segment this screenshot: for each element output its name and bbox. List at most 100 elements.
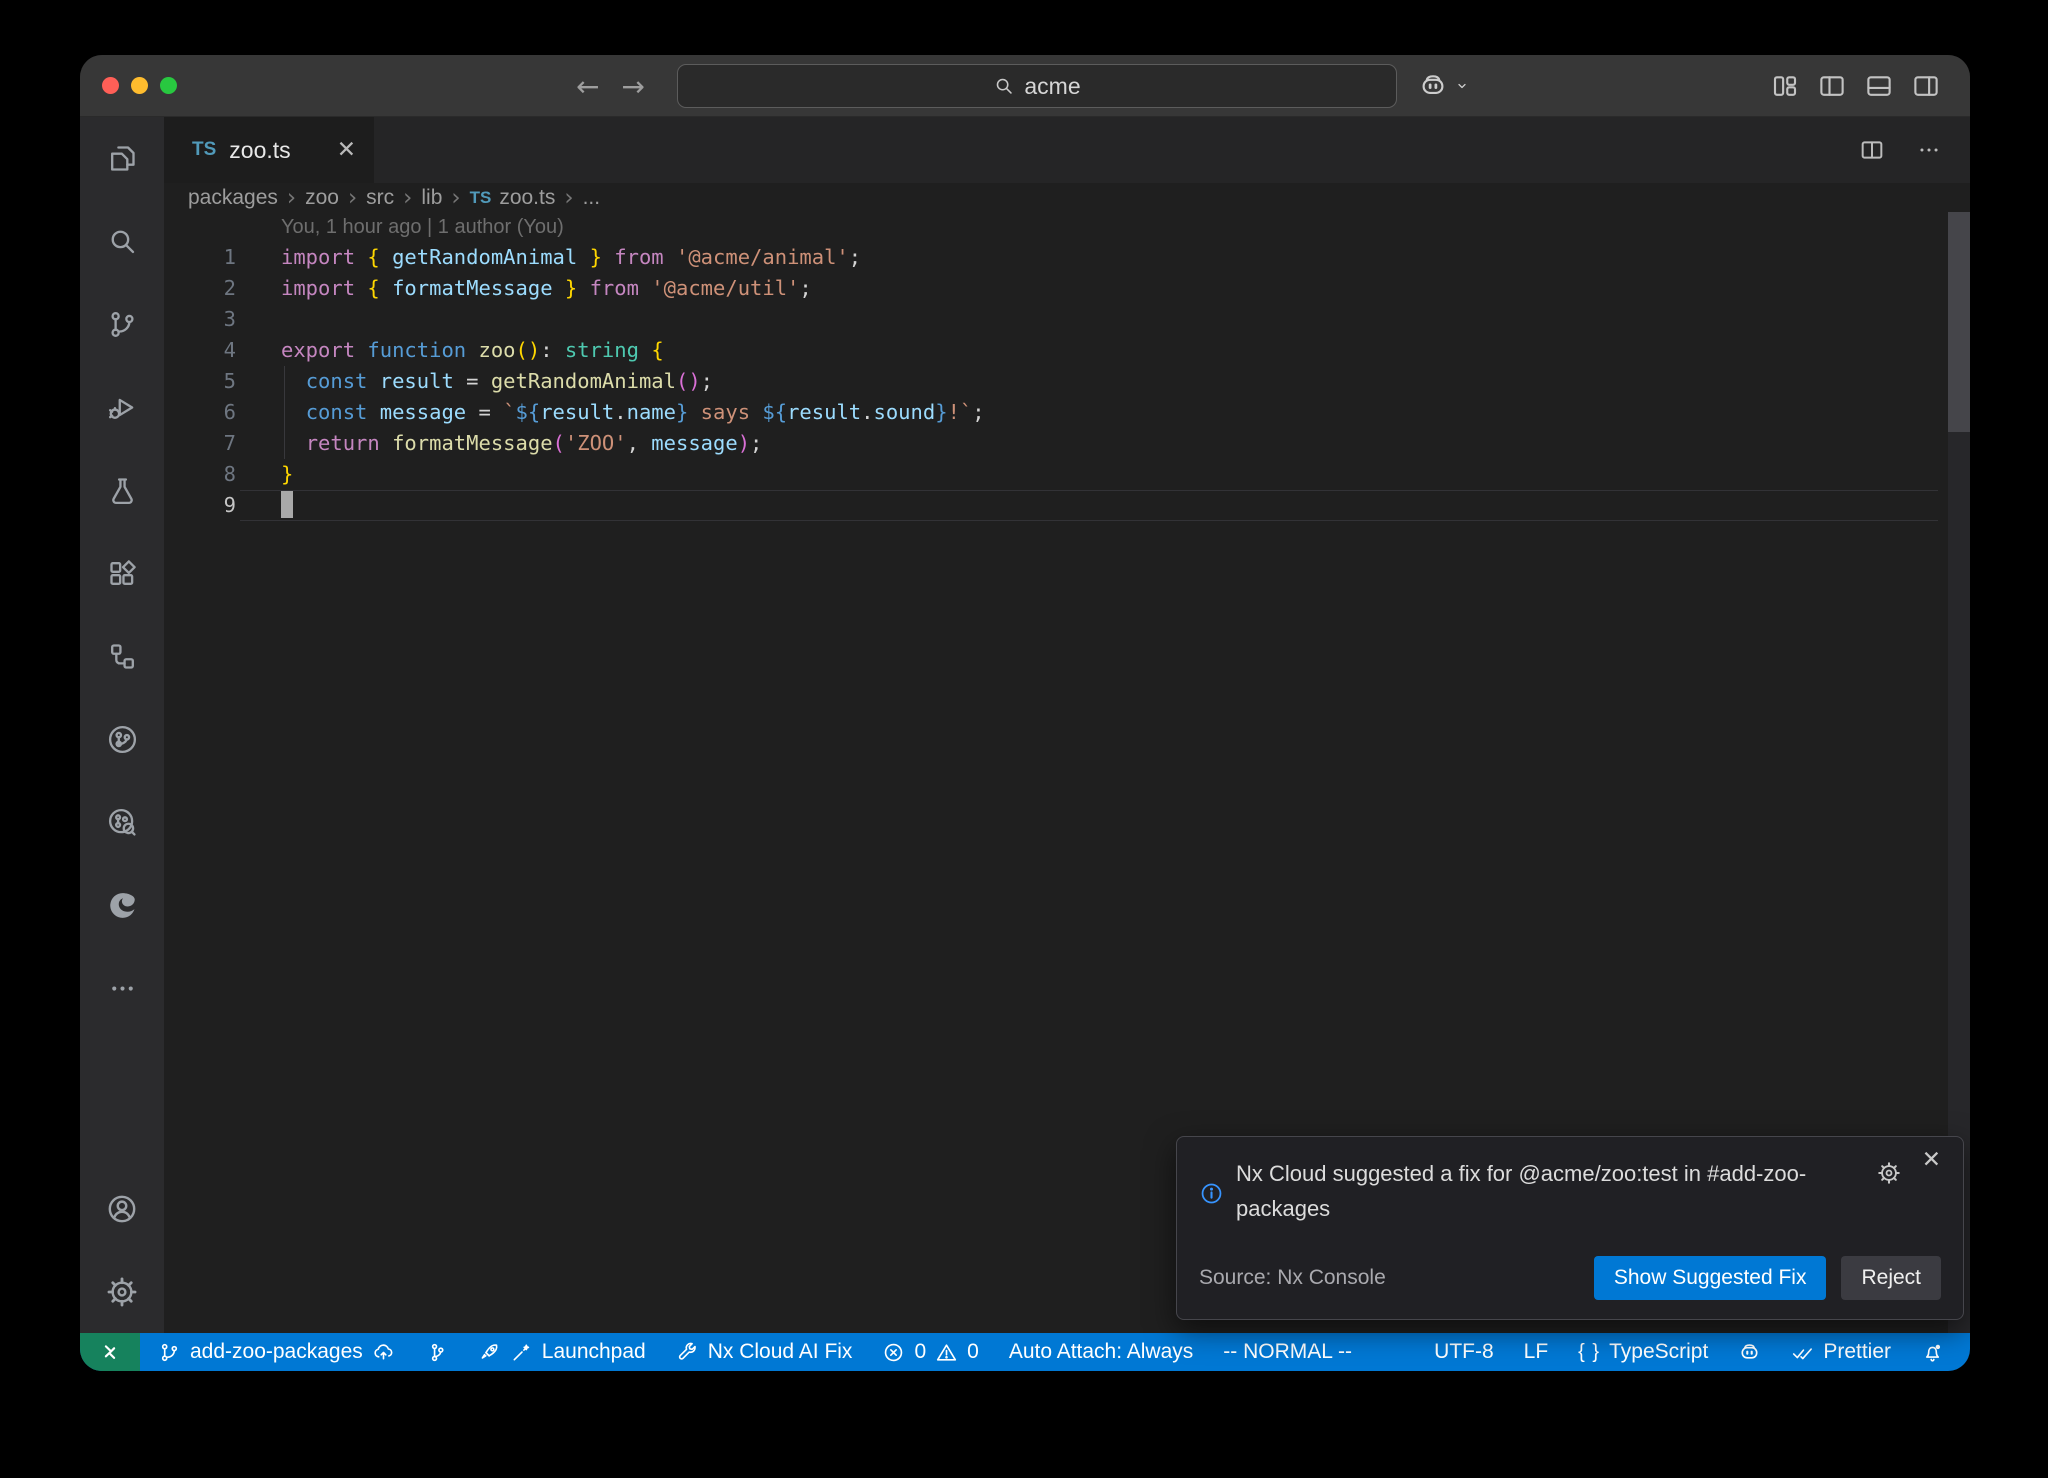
code-line-4: 4export function zoo(): string { [164, 335, 1970, 366]
close-window-button[interactable] [102, 77, 119, 94]
notification-message: Nx Cloud suggested a fix for @acme/zoo:t… [1236, 1156, 1848, 1226]
activity-explorer[interactable] [80, 117, 164, 200]
activity-more-views[interactable] [80, 947, 164, 1030]
explorer-icon [106, 142, 139, 175]
more-views-icon [106, 972, 139, 1005]
notification-header: Nx Cloud suggested a fix for @acme/zoo:t… [1199, 1156, 1941, 1226]
code-line-2: 2import { formatMessage } from '@acme/ut… [164, 273, 1970, 304]
breadcrumb-separator-icon: › [555, 185, 582, 211]
layout-sidebar-right-button[interactable] [1911, 71, 1941, 101]
code-line-6: 6 const message = `${result.name} says $… [164, 397, 1970, 428]
line-number: 3 [164, 304, 236, 335]
copilot-icon [1738, 1341, 1761, 1364]
activity-account[interactable] [80, 1167, 164, 1250]
editor-cursor [281, 491, 293, 518]
scrollbar-slider[interactable] [1948, 212, 1970, 432]
ellipsis-button[interactable] [1916, 137, 1942, 163]
activity-nx-console[interactable] [80, 698, 164, 781]
activity-source-control[interactable] [80, 283, 164, 366]
layout-sidebar-icon [1817, 71, 1847, 101]
editor-actions [1858, 117, 1942, 183]
line-number: 6 [164, 397, 236, 428]
activity-nx-cloud-watch[interactable] [80, 781, 164, 864]
breadcrumb-label: lib [421, 186, 442, 210]
vim-mode-status[interactable]: -- NORMAL -- [1223, 1340, 1352, 1364]
notification-toast: Nx Cloud suggested a fix for @acme/zoo:t… [1176, 1136, 1964, 1320]
activity-project-hierarchy[interactable] [80, 615, 164, 698]
nx-cloud-ai-fix-status-label: Nx Cloud AI Fix [708, 1340, 853, 1364]
title-bar: ← → acme [80, 55, 1970, 117]
split-editor-button[interactable] [1858, 136, 1886, 164]
auto-attach-status[interactable]: Auto Attach: Always [1009, 1340, 1193, 1364]
cloud-upload-icon [372, 1341, 395, 1364]
activity-edge-tools[interactable] [80, 864, 164, 947]
go-back-button[interactable]: ← [576, 70, 599, 103]
problems-status-label: 0 [967, 1340, 979, 1364]
minimize-window-button[interactable] [131, 77, 148, 94]
language-status-label: { } [1578, 1341, 1600, 1364]
extensions-icon [106, 557, 139, 590]
language-status-label: TypeScript [1609, 1340, 1708, 1364]
reject-button[interactable]: Reject [1841, 1256, 1941, 1300]
show-suggested-fix-button[interactable]: Show Suggested Fix [1594, 1256, 1827, 1300]
notifications-status[interactable] [1921, 1341, 1944, 1364]
go-forward-button[interactable]: → [621, 70, 644, 103]
eol-status[interactable]: LF [1524, 1340, 1549, 1364]
breadcrumb-item[interactable]: src [366, 186, 394, 210]
line-number: 8 [164, 459, 236, 490]
git-graph-status[interactable] [425, 1341, 448, 1364]
layout-sidebar-button[interactable] [1817, 71, 1847, 101]
breadcrumb-item[interactable]: lib [421, 186, 442, 210]
layout-panel-icon [1864, 71, 1894, 101]
typescript-file-icon: TS [470, 188, 492, 208]
gear-icon[interactable] [1876, 1160, 1902, 1186]
search-icon [106, 225, 139, 258]
breadcrumb-label: packages [188, 186, 278, 210]
launchpad-status[interactable]: Launchpad [478, 1340, 646, 1364]
tab-zoo-ts[interactable]: TS zoo.ts ✕ [164, 117, 374, 183]
activity-settings[interactable] [80, 1250, 164, 1333]
breadcrumb-item[interactable]: packages [188, 186, 278, 210]
wrench-icon [676, 1341, 699, 1364]
breadcrumb-item[interactable]: TSzoo.ts [470, 186, 556, 210]
breadcrumb-item[interactable]: zoo [305, 186, 339, 210]
layout-panel-button[interactable] [1864, 71, 1894, 101]
info-icon [1199, 1181, 1224, 1206]
tab-label: zoo.ts [229, 137, 290, 164]
code-line-9: 9 [164, 490, 1970, 521]
activity-testing[interactable] [80, 449, 164, 532]
copilot-status[interactable] [1738, 1341, 1761, 1364]
remote-indicator[interactable] [80, 1333, 140, 1371]
code-line-3: 3 [164, 304, 1970, 335]
gear-icon [1876, 1160, 1902, 1186]
screen: ← → acme TS zoo.ts ✕ [0, 0, 2048, 1478]
activity-run-debug[interactable] [80, 366, 164, 449]
line-content: const message = `${result.name} says ${r… [281, 397, 985, 428]
encoding-status[interactable]: UTF-8 [1434, 1340, 1494, 1364]
split-editor-icon [1858, 136, 1886, 164]
git-branch-status[interactable]: add-zoo-packages [158, 1340, 395, 1364]
nx-cloud-ai-fix-status[interactable]: Nx Cloud AI Fix [676, 1340, 853, 1364]
copilot-icon [1418, 71, 1448, 101]
tab-bar: TS zoo.ts ✕ [164, 117, 1970, 183]
launchpad-status-label: Launchpad [542, 1340, 646, 1364]
prettier-status-label: Prettier [1823, 1340, 1891, 1364]
copilot-menu[interactable] [1418, 55, 1471, 117]
testing-icon [106, 474, 139, 507]
line-number: 2 [164, 273, 236, 304]
zoom-window-button[interactable] [160, 77, 177, 94]
nx-console-icon [106, 723, 139, 756]
activity-search[interactable] [80, 200, 164, 283]
language-status[interactable]: { } TypeScript [1578, 1340, 1708, 1364]
layout-customize-button[interactable] [1770, 71, 1800, 101]
breadcrumb-item[interactable]: ... [583, 186, 601, 210]
code-line-8: 8} [164, 459, 1970, 490]
prettier-status[interactable]: Prettier [1791, 1340, 1891, 1364]
close-tab-icon[interactable]: ✕ [337, 137, 356, 163]
line-content: return formatMessage('ZOO', message); [281, 428, 762, 459]
problems-status[interactable]: 00 [882, 1340, 978, 1364]
activity-extensions[interactable] [80, 532, 164, 615]
command-center-search[interactable]: acme [677, 64, 1397, 108]
vim-mode-status-label: -- NORMAL -- [1223, 1340, 1352, 1364]
breadcrumb-separator-icon: › [339, 185, 366, 211]
